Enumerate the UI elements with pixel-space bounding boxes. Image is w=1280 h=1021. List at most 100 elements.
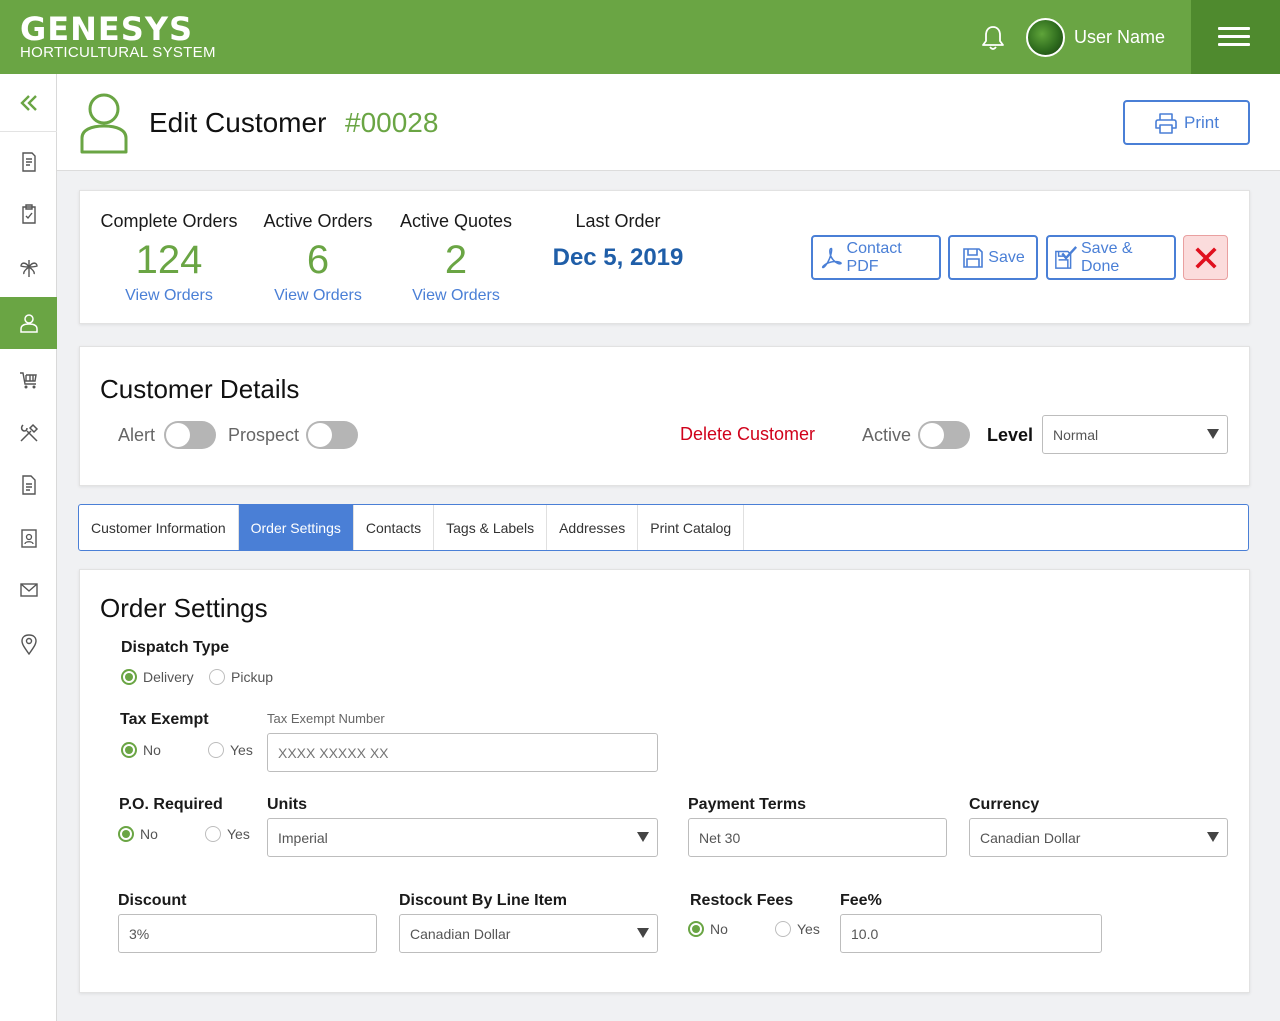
- user-name[interactable]: User Name: [1074, 27, 1165, 48]
- discount-input[interactable]: [118, 914, 377, 953]
- close-icon: [1194, 246, 1217, 269]
- units-label: Units: [267, 796, 307, 813]
- po-required-label: P.O. Required: [119, 796, 223, 813]
- view-orders-link[interactable]: View Orders: [382, 287, 530, 305]
- stat-active-orders: Active Orders 6 View Orders: [244, 211, 392, 305]
- radio-unselected: [205, 826, 221, 842]
- save-done-label: Save & Done: [1081, 239, 1133, 275]
- radio-selected: [121, 742, 137, 758]
- view-orders-link[interactable]: View Orders: [244, 287, 392, 305]
- tax-exempt-no-radio[interactable]: No: [121, 742, 161, 758]
- tab-print-catalog[interactable]: Print Catalog: [638, 505, 745, 550]
- chevron-down-icon: [1207, 832, 1219, 842]
- top-bar: GENESYS HORTICULTURAL SYSTEM User Name: [0, 0, 1280, 74]
- delete-customer-link[interactable]: Delete Customer: [680, 424, 815, 445]
- tab-tags-labels[interactable]: Tags & Labels: [434, 505, 548, 550]
- stat-complete-orders: Complete Orders 124 View Orders: [94, 211, 244, 305]
- sidebar-item-plants[interactable]: [0, 242, 57, 294]
- units-select[interactable]: Imperial: [267, 818, 658, 857]
- contact-card-icon: [20, 529, 37, 548]
- sidebar-item-mail[interactable]: [0, 564, 57, 616]
- level-label: Level: [987, 425, 1034, 445]
- summary-card: Complete Orders 124 View Orders Active O…: [79, 190, 1250, 324]
- user-icon: [19, 314, 38, 333]
- dispatch-delivery-radio[interactable]: Delivery: [121, 669, 194, 685]
- discount-line-item-value: Canadian Dollar: [410, 925, 511, 942]
- stat-last-order: Last Order Dec 5, 2019: [538, 211, 698, 272]
- tax-exempt-number-input[interactable]: [267, 733, 658, 772]
- discount-line-item-select[interactable]: Canadian Dollar: [399, 914, 658, 953]
- active-toggle[interactable]: [918, 421, 970, 449]
- order-settings-card: Order Settings Dispatch Type Delivery Pi…: [79, 569, 1250, 993]
- sidebar-item-locations[interactable]: [0, 618, 57, 670]
- tools-icon: [19, 423, 38, 442]
- logo-name: GENESYS: [20, 10, 194, 48]
- po-required-yes-radio[interactable]: Yes: [205, 826, 250, 842]
- level-select[interactable]: Normal: [1042, 415, 1228, 454]
- document-list-icon: [21, 152, 36, 172]
- print-label: Print: [1184, 112, 1219, 132]
- stat-value: 2: [444, 238, 468, 282]
- customer-icon: [80, 93, 128, 154]
- fee-percent-input[interactable]: [840, 914, 1102, 953]
- chevron-down-icon: [1207, 429, 1219, 439]
- sidebar-item-orders[interactable]: [0, 136, 57, 188]
- double-chevron-left-icon: [19, 94, 37, 111]
- restock-no-radio[interactable]: No: [688, 921, 728, 937]
- restock-yes-radio[interactable]: Yes: [775, 921, 820, 937]
- sidebar-item-cart[interactable]: [0, 354, 57, 406]
- print-button[interactable]: Print: [1123, 100, 1250, 145]
- last-order-date: Dec 5, 2019: [552, 244, 684, 271]
- stat-label: Last Order: [575, 211, 661, 231]
- po-required-no-radio[interactable]: No: [118, 826, 158, 842]
- avatar[interactable]: [1026, 18, 1065, 57]
- stat-active-quotes: Active Quotes 2 View Orders: [382, 211, 530, 305]
- tax-exempt-yes-radio[interactable]: Yes: [208, 742, 253, 758]
- save-and-done-button[interactable]: Save & Done: [1046, 235, 1176, 280]
- customer-number: #00028: [345, 107, 439, 138]
- tab-contacts[interactable]: Contacts: [354, 505, 435, 550]
- page-title: Edit Customer: [149, 107, 327, 138]
- tab-order-settings[interactable]: Order Settings: [238, 505, 354, 550]
- prospect-toggle[interactable]: [306, 421, 358, 449]
- payment-terms-input[interactable]: [688, 818, 947, 857]
- order-settings-title: Order Settings: [100, 593, 268, 623]
- radio-label: Yes: [227, 826, 250, 842]
- stat-value: 6: [306, 238, 330, 282]
- currency-label: Currency: [969, 796, 1040, 813]
- active-label: Active: [862, 425, 912, 445]
- sidebar-item-documents[interactable]: [0, 459, 57, 511]
- save-button[interactable]: Save: [948, 235, 1038, 280]
- radio-selected: [118, 826, 134, 842]
- logo-subtitle: HORTICULTURAL SYSTEM: [20, 44, 216, 61]
- sidebar: [0, 74, 57, 1021]
- collapse-sidebar-icon[interactable]: [0, 74, 57, 132]
- bell-icon[interactable]: [980, 24, 1006, 52]
- radio-selected: [688, 921, 704, 937]
- sidebar-item-customers[interactable]: [0, 297, 57, 349]
- close-button[interactable]: [1183, 235, 1228, 280]
- stat-label: Active Orders: [263, 211, 373, 231]
- stat-label: Complete Orders: [100, 211, 238, 231]
- tax-exempt-label: Tax Exempt: [120, 711, 209, 728]
- alert-toggle[interactable]: [164, 421, 216, 449]
- contact-pdf-button[interactable]: Contact PDF: [811, 235, 941, 280]
- dispatch-pickup-radio[interactable]: Pickup: [209, 669, 273, 685]
- tab-addresses[interactable]: Addresses: [547, 505, 639, 550]
- pdf-icon: [821, 247, 842, 268]
- radio-label: No: [710, 921, 728, 937]
- units-value: Imperial: [278, 829, 328, 846]
- hamburger-menu-icon[interactable]: [1191, 0, 1280, 74]
- currency-select[interactable]: Canadian Dollar: [969, 818, 1228, 857]
- radio-label: Pickup: [231, 669, 274, 685]
- sidebar-item-contacts[interactable]: [0, 512, 57, 564]
- currency-value: Canadian Dollar: [980, 829, 1081, 846]
- tab-customer-information[interactable]: Customer Information: [79, 505, 239, 550]
- genesys-logo[interactable]: GENESYS HORTICULTURAL SYSTEM: [20, 12, 216, 60]
- sidebar-item-tools[interactable]: [0, 407, 57, 459]
- radio-label: No: [140, 826, 158, 842]
- radio-label: No: [143, 742, 161, 758]
- save-check-icon: [1055, 245, 1078, 269]
- sidebar-item-tasks[interactable]: [0, 188, 57, 240]
- view-orders-link[interactable]: View Orders: [94, 287, 244, 305]
